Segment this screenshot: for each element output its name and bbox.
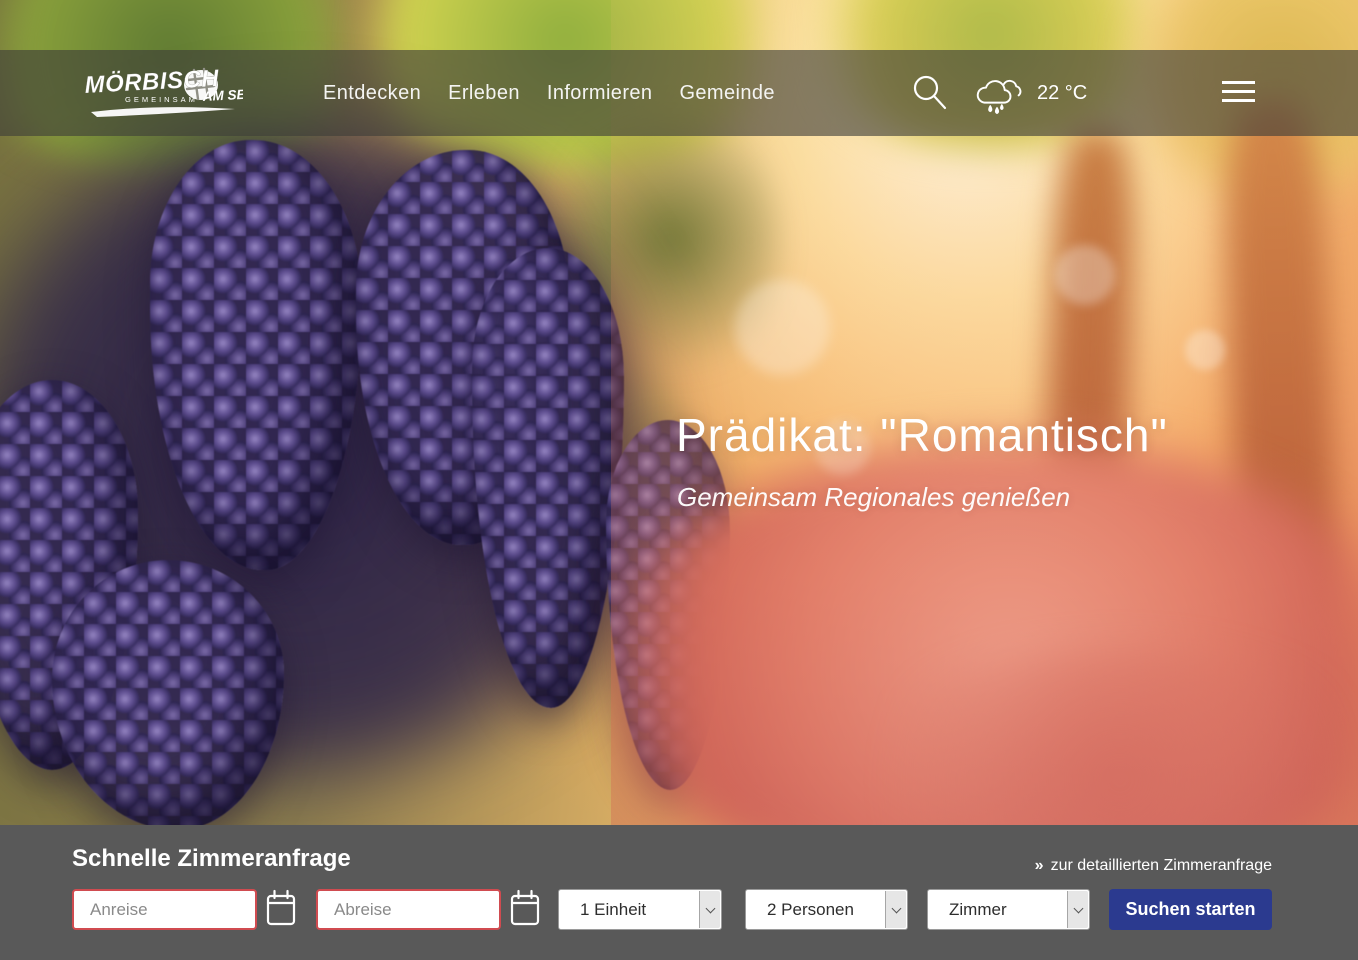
search-start-button[interactable]: Suchen starten	[1109, 889, 1272, 930]
logo-subtitle: GEMEINSAM	[125, 95, 198, 104]
search-button[interactable]	[909, 72, 951, 114]
menu-button[interactable]	[1222, 81, 1255, 102]
units-select-value: 1 Einheit	[559, 900, 698, 920]
booking-heading: Schnelle Zimmeranfrage	[72, 845, 351, 873]
persons-select-value: 2 Personen	[746, 900, 884, 920]
hamburger-icon	[1222, 81, 1255, 84]
chevron-down-icon	[1067, 891, 1088, 928]
nav-erleben[interactable]: Erleben	[448, 82, 520, 105]
hero-title: Prädikat: "Romantisch"	[676, 408, 1168, 462]
chevron-down-icon	[885, 891, 906, 928]
cloud-rain-icon	[972, 70, 1022, 116]
calendar-icon	[266, 889, 296, 927]
link-arrow-icon: »	[1035, 857, 1044, 874]
chevron-down-icon	[699, 891, 720, 928]
arrival-calendar-button[interactable]	[266, 889, 296, 930]
logo-graphic: MÖRBISCH GEMEINSAM AM SEE	[85, 65, 243, 127]
hero-subtitle: Gemeinsam Regionales genießen	[677, 482, 1070, 513]
page: Prädikat: "Romantisch" Gemeinsam Regiona…	[0, 0, 1358, 960]
nav-informieren[interactable]: Informieren	[547, 82, 653, 105]
nav-entdecken[interactable]: Entdecken	[323, 82, 421, 105]
weather-widget[interactable]: 22 °C	[972, 50, 1087, 136]
main-navigation: Entdecken Erleben Informieren Gemeinde	[323, 50, 775, 136]
detailed-request-label: zur detaillierten Zimmeranfrage	[1051, 857, 1272, 874]
departure-input[interactable]	[316, 889, 501, 930]
room-select-value: Zimmer	[928, 900, 1066, 920]
logo-suffix: AM SEE	[201, 86, 243, 104]
persons-select[interactable]: 2 Personen	[745, 889, 908, 930]
header: MÖRBISCH GEMEINSAM AM SEE Entdecken Erle…	[0, 50, 1358, 136]
nav-gemeinde[interactable]: Gemeinde	[679, 82, 774, 105]
calendar-icon	[510, 889, 540, 927]
detailed-request-link[interactable]: » zur detaillierten Zimmeranfrage	[1035, 857, 1272, 875]
site-logo[interactable]: MÖRBISCH GEMEINSAM AM SEE	[85, 65, 243, 132]
units-select[interactable]: 1 Einheit	[558, 889, 722, 930]
departure-calendar-button[interactable]	[510, 889, 540, 930]
booking-bar: Schnelle Zimmeranfrage » zur detaillierte…	[0, 825, 1358, 960]
temperature-value: 22 °C	[1037, 82, 1087, 105]
search-icon	[909, 72, 951, 114]
room-select[interactable]: Zimmer	[927, 889, 1090, 930]
arrival-input[interactable]	[72, 889, 257, 930]
